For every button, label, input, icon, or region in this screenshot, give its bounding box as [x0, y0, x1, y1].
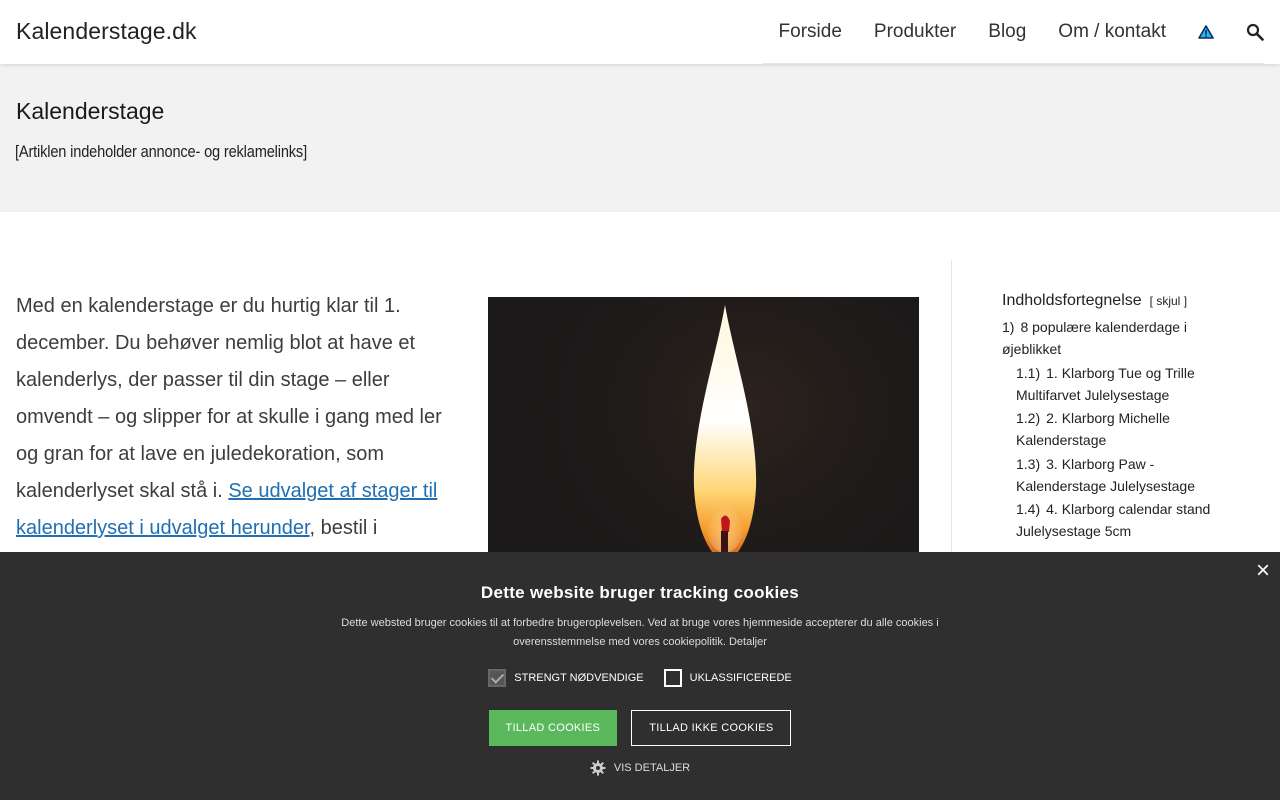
- toc-toggle-close-bracket: ]: [1183, 294, 1188, 308]
- toc-item-label: 1. Klarborg Tue og Trille Multifarvet Ju…: [1016, 364, 1195, 403]
- toc-header: Indholdsfortegnelse [ skjul ]: [1002, 292, 1242, 310]
- site-logo[interactable]: Kalenderstage.dk: [16, 18, 197, 45]
- checkbox-empty-icon: [663, 669, 682, 687]
- toc-list: 1) 8 populære kalenderdage i øjeblikket 1…: [1002, 316, 1242, 542]
- site-header: Kalenderstage.dk Forside Produkter Blog …: [0, 0, 1280, 64]
- cookie-description-text: Dette websted bruger cookies til at forb…: [341, 617, 939, 648]
- toc-item[interactable]: 1.4) 4. Klarborg calendar stand Julelyses…: [1002, 498, 1242, 542]
- unclassified-checkbox[interactable]: UKLASSIFICEREDE: [663, 669, 792, 687]
- toc-item-number: 1): [1002, 319, 1015, 335]
- warning-triangle-icon[interactable]: [1198, 24, 1214, 39]
- toc-hide-link[interactable]: skjul: [1156, 294, 1180, 308]
- toc-item[interactable]: 1.2) 2. Klarborg Michelle Kalenderstage: [1002, 407, 1242, 451]
- nav-item-blog[interactable]: Blog: [988, 0, 1026, 64]
- show-details-button[interactable]: VIS DETALJER: [0, 760, 1280, 776]
- unclassified-checkbox-label: UKLASSIFICEREDE: [689, 672, 792, 684]
- page-title: Kalenderstage: [16, 98, 165, 124]
- toc-item[interactable]: 1.3) 3. Klarborg Paw - Kalenderstage Jule…: [1002, 453, 1242, 497]
- toc-heading: Indholdsfortegnelse: [1002, 292, 1142, 309]
- toc-item-label: 8 populære kalenderdage i øjeblikket: [1002, 319, 1188, 357]
- toc-item-label: 4. Klarborg calendar stand Julelysestage…: [1016, 501, 1211, 539]
- nav-item-om-kontakt[interactable]: Om / kontakt: [1058, 0, 1166, 64]
- cookie-banner: × Dette website bruger tracking cookies …: [0, 552, 1280, 800]
- checkbox-checked-icon: [488, 669, 507, 687]
- candle-image: [488, 297, 919, 567]
- nav-item-produkter[interactable]: Produkter: [874, 0, 956, 64]
- toc-item-label: 3. Klarborg Paw - Kalenderstage Julelyse…: [1016, 455, 1196, 494]
- necessary-checkbox-label: STRENGT NØDVENDIGE: [514, 672, 644, 684]
- necessary-checkbox[interactable]: STRENGT NØDVENDIGE: [488, 669, 644, 687]
- sidebar-divider: [951, 260, 952, 560]
- close-icon[interactable]: ×: [1256, 556, 1270, 586]
- toc-item-number: 1.2): [1016, 410, 1041, 426]
- title-band: Kalenderstage [Artiklen indeholder annon…: [0, 64, 1280, 212]
- show-details-label: VIS DETALJER: [613, 762, 691, 774]
- toc-item-number: 1.1): [1016, 364, 1041, 381]
- cookie-title: Dette website bruger tracking cookies: [480, 583, 800, 602]
- intro-text: Med en kalenderstage er du hurtig klar t…: [16, 295, 442, 502]
- deny-cookies-button[interactable]: TILLAD IKKE COOKIES: [631, 710, 792, 746]
- toc-item-number: 1.3): [1016, 455, 1041, 472]
- cookie-details-link[interactable]: Detaljer: [729, 636, 767, 648]
- intro-paragraph: Med en kalenderstage er du hurtig klar t…: [16, 288, 444, 547]
- cookie-buttons: TILLAD COOKIES TILLAD IKKE COOKIES: [0, 710, 1280, 746]
- toc-toggle: [ skjul ]: [1150, 294, 1187, 308]
- toc-item[interactable]: 1.1) 1. Klarborg Tue og Trille Multifarve…: [1002, 362, 1242, 406]
- toc-toggle-open-bracket: [: [1149, 294, 1153, 308]
- search-icon[interactable]: [1246, 23, 1264, 41]
- cookie-checkboxes: STRENGT NØDVENDIGE UKLASSIFICEREDE: [0, 669, 1280, 687]
- toc-item-number: 1.4): [1016, 501, 1041, 517]
- ad-disclaimer: [Artiklen indeholder annonce- og reklame…: [15, 142, 307, 161]
- cookie-description: Dette websted bruger cookies til at forb…: [340, 614, 940, 652]
- main-nav: Forside Produkter Blog Om / kontakt: [762, 0, 1264, 64]
- gear-icon: [590, 760, 606, 776]
- toc-item[interactable]: 1) 8 populære kalenderdage i øjeblikket: [1002, 316, 1242, 360]
- intro-text-after: , bestil i: [309, 517, 378, 539]
- nav-item-forside[interactable]: Forside: [779, 0, 842, 64]
- table-of-contents: Indholdsfortegnelse [ skjul ] 1) 8 populæ…: [1002, 292, 1242, 544]
- allow-cookies-button[interactable]: TILLAD COOKIES: [488, 710, 618, 746]
